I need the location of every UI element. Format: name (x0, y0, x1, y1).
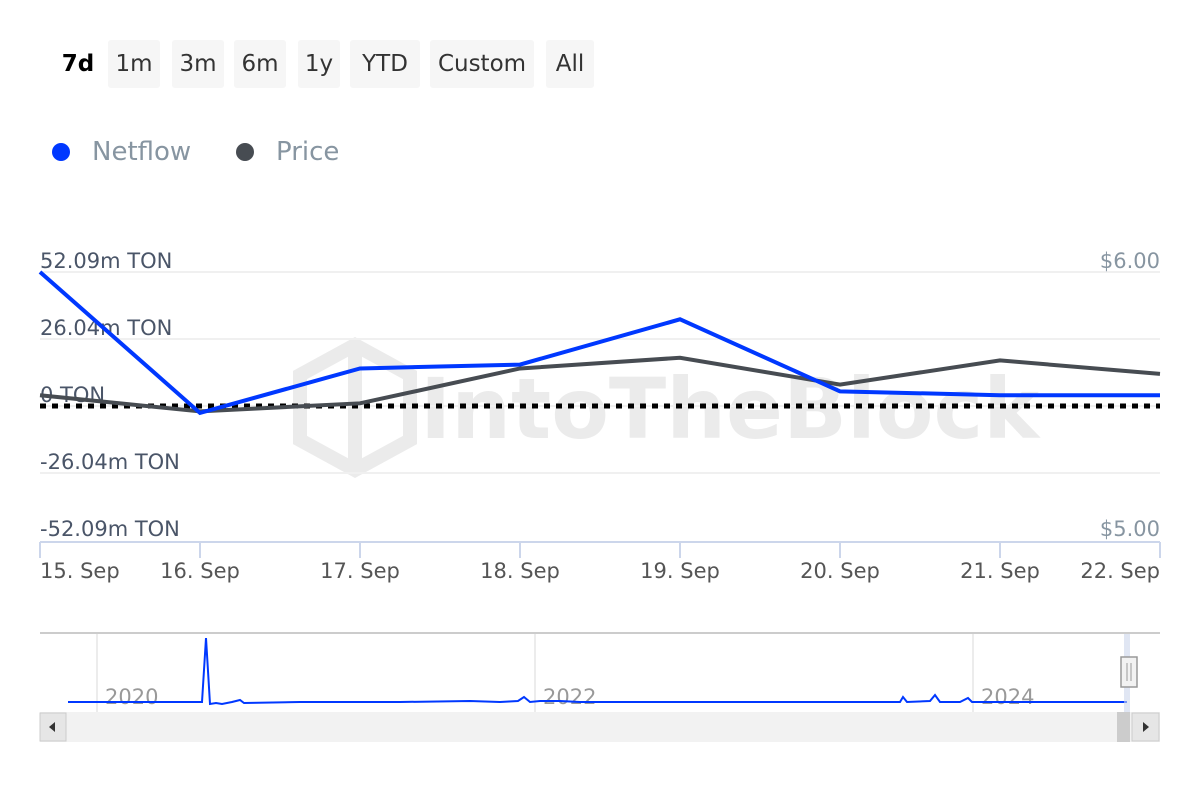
watermark-text: IntoTheBlock (420, 360, 1041, 458)
x-tick-label: 17. Sep (320, 559, 400, 583)
y-right-tick-label: $5.00 (1100, 517, 1160, 541)
navigator-handle[interactable] (1120, 656, 1138, 688)
x-tick-label: 15. Sep (40, 559, 120, 583)
x-tick-label: 16. Sep (160, 559, 240, 583)
scrollbar-track[interactable] (40, 712, 1160, 742)
navigator: 2020 2022 2024 (39, 632, 1160, 742)
x-tick-label: 20. Sep (800, 559, 880, 583)
navigator-series-netflow (68, 637, 1127, 706)
y-left-tick-label: -52.09m TON (40, 517, 180, 541)
x-tick-label: 21. Sep (960, 559, 1040, 583)
navigator-year-label: 2020 (105, 685, 158, 709)
navigator-year-label: 2024 (981, 685, 1034, 709)
y-left-tick-label: -26.04m TON (40, 450, 180, 474)
y-left-tick-label: 52.09m TON (40, 249, 172, 273)
y-right-tick-label: $6.00 (1100, 249, 1160, 273)
netflow-price-chart: IntoTheBlock 52.09m TON26.04m TON0 TON-2… (38, 249, 1161, 742)
scrollbar-thumb[interactable] (1117, 712, 1130, 742)
navigator-year-label: 2022 (543, 685, 596, 709)
x-tick-label: 19. Sep (640, 559, 720, 583)
x-tick-label: 22. Sep (1080, 559, 1160, 583)
x-tick-label: 18. Sep (480, 559, 560, 583)
